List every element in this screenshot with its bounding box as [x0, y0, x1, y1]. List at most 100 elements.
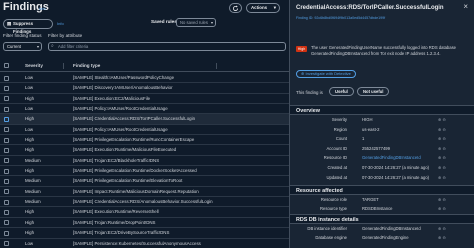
column-finding-type[interactable]: Finding type [73, 63, 100, 68]
finding-type-cell[interactable]: [SAMPLE] Discovery:IAMUser/AnomalousBeha… [73, 85, 173, 90]
column-severity[interactable]: Severity [25, 63, 43, 68]
row-checkbox[interactable] [4, 137, 9, 143]
table-row[interactable]: High [SAMPLE] Execution:Runtime/Malicious… [0, 145, 289, 156]
table-row[interactable]: High [SAMPLE] PrivilegeEscalation:Runtime… [0, 135, 289, 146]
finding-type-cell[interactable]: [SAMPLE] CredentialAccess:RDS/AnomalousB… [73, 199, 213, 204]
filter-actions-icon[interactable]: ⊕⊖ [438, 155, 447, 160]
info-link[interactable]: Info [39, 6, 46, 11]
finding-type-cell[interactable]: [SAMPLE] Policy:IAMUser/RootCredentialUs… [73, 106, 168, 111]
detail-value: 07-30-2024 14:26:27 (a minute ago) [362, 174, 430, 180]
finding-type-cell[interactable]: [SAMPLE] Impact:Runtime/MaliciousDomainR… [73, 189, 199, 194]
refresh-button[interactable] [229, 3, 242, 13]
finding-type-cell[interactable]: [SAMPLE] Execution:Runtime/MaliciousFile… [73, 147, 176, 152]
investigate-detective-link[interactable]: ⊕ Investigate with Detective [296, 70, 356, 78]
detail-row: Database engine GeneratedFindingEngine ⊕⊖ [290, 234, 474, 242]
detail-value: 1 [362, 136, 365, 142]
table-row[interactable]: High [SAMPLE] CredentialAccess:RDS/TorIPC… [0, 114, 289, 125]
table-row[interactable]: High [SAMPLE] Execution:Runtime/ReverseSh… [0, 207, 289, 218]
row-checkbox[interactable] [4, 147, 9, 153]
row-checkbox[interactable] [4, 189, 9, 195]
detail-value[interactable]: GeneratedFindingDBInstanceId [362, 155, 421, 160]
table-row[interactable]: Low [SAMPLE] Persistence:Kubernetes/Succe… [0, 239, 289, 248]
finding-type-cell[interactable]: [SAMPLE] Trojan:EC2/DriveBySourceTraffic… [73, 230, 169, 235]
suppress-findings-button[interactable]: ▤ Suppress Findings [3, 19, 53, 34]
close-icon[interactable]: × [463, 2, 468, 11]
table-row[interactable]: Low [SAMPLE] Policy:IAMUser/RootCredentia… [0, 125, 289, 136]
finding-type-cell[interactable]: [SAMPLE] PrivilegeEscalation:Runtime/Ele… [73, 178, 182, 183]
not-useful-button[interactable]: Not useful [357, 87, 390, 96]
row-checkbox[interactable] [4, 96, 9, 102]
severity-cell: Low [25, 75, 34, 80]
detail-row: DB instance identifier GeneratedFindingDB… [290, 225, 474, 233]
row-checkbox[interactable] [4, 209, 9, 215]
row-checkbox[interactable] [4, 178, 9, 184]
chevron-down-icon: ▾ [36, 44, 39, 49]
table-row[interactable]: Low [SAMPLE] Stealth:IAMUser/PasswordPoli… [0, 73, 289, 84]
filter-actions-icon[interactable]: ⊕⊖ [438, 146, 447, 151]
detail-row: Count 1 ⊕⊖ [290, 135, 474, 143]
filter-actions-icon[interactable]: ⊕⊖ [438, 197, 447, 202]
row-checkbox[interactable] [4, 106, 9, 112]
detail-row: Resource role TARGET ⊕⊖ [290, 196, 474, 204]
row-checkbox[interactable] [4, 116, 9, 122]
row-checkbox[interactable] [4, 168, 9, 174]
useful-button[interactable]: Useful [329, 87, 354, 96]
severity-cell: High [25, 116, 35, 122]
row-checkbox[interactable] [4, 220, 9, 226]
saved-rules-select[interactable]: No saved rules ▾ [176, 18, 216, 27]
table-row[interactable]: Medium [SAMPLE] CredentialAccess:RDS/Anom… [0, 197, 289, 208]
table-row[interactable]: High [SAMPLE] Execution:EC2/MaliciousFile [0, 94, 289, 105]
filter-actions-icon[interactable]: ⊕⊖ [438, 206, 447, 211]
filter-actions-icon[interactable]: ⊕⊖ [438, 117, 447, 122]
row-checkbox[interactable] [4, 241, 9, 246]
finding-type-cell[interactable]: [SAMPLE] Stealth:IAMUser/PasswordPolicyC… [73, 75, 174, 80]
table-row[interactable]: Medium [SAMPLE] PrivilegeEscalation:Runti… [0, 176, 289, 187]
finding-type-cell[interactable]: [SAMPLE] CredentialAccess:RDS/TorIPCalle… [73, 116, 195, 121]
row-checkbox[interactable] [4, 127, 9, 133]
finding-type-cell[interactable]: [SAMPLE] Trojan:EC2/BlackholeTraffic!DNS [73, 158, 159, 163]
finding-type-cell[interactable]: [SAMPLE] Execution:Runtime/ReverseShell [73, 209, 159, 214]
table-row[interactable]: High [SAMPLE] Trojan:EC2/DriveBySourceTra… [0, 228, 289, 239]
resource-section-header: Resource affected [290, 185, 474, 195]
finding-type-cell[interactable]: [SAMPLE] Policy:IAMUser/RootCredentialUs… [73, 127, 168, 132]
detail-key: DB instance identifier [307, 226, 347, 231]
filter-actions-icon[interactable]: ⊕⊖ [438, 175, 447, 180]
filter-actions-icon[interactable]: ⊕⊖ [438, 165, 447, 170]
finding-type-cell[interactable]: [SAMPLE] Persistence:Kubernetes/Successf… [73, 241, 201, 246]
row-checkbox[interactable] [4, 158, 9, 164]
detail-value: RDSDBInstance [362, 205, 393, 211]
table-row[interactable]: Low [SAMPLE] Discovery:IAMUser/AnomalousB… [0, 83, 289, 94]
detail-value: GeneratedFindingDBInstanceId [362, 226, 421, 231]
finding-type-cell[interactable]: [SAMPLE] Execution:EC2/MaliciousFile [73, 96, 150, 101]
suppress-info-link[interactable]: Info [57, 21, 64, 26]
severity-cell: Low [25, 106, 34, 112]
table-row[interactable]: Medium [SAMPLE] Impact:Runtime/MaliciousD… [0, 187, 289, 198]
actions-button[interactable]: Actions ▾ [246, 3, 280, 13]
filter-input[interactable]: ⌕ Add filter criteria [48, 42, 286, 51]
filter-actions-icon[interactable]: ⊕⊖ [438, 226, 447, 231]
severity-cell: Low [25, 240, 34, 246]
finding-type-cell[interactable]: [SAMPLE] PrivilegeEscalation:Runtime/Run… [73, 137, 194, 142]
finding-type-cell[interactable]: [SAMPLE] Trojan:Runtime/DropPoint!DNS [73, 220, 155, 225]
row-checkbox[interactable] [4, 85, 9, 91]
filter-actions-icon[interactable]: ⊕⊖ [438, 235, 447, 240]
row-checkbox[interactable] [4, 75, 9, 81]
column-divider [216, 63, 217, 69]
table-row[interactable]: Medium [SAMPLE] Trojan:EC2/BlackholeTraff… [0, 156, 289, 167]
finding-type-cell[interactable]: [SAMPLE] PrivilegeEscalation:Runtime/Doc… [73, 168, 197, 173]
filter-actions-icon[interactable]: ⊕⊖ [438, 127, 447, 132]
row-checkbox[interactable] [4, 230, 9, 236]
filter-actions-icon[interactable]: ⊕⊖ [438, 136, 447, 141]
detail-key: Created at [327, 165, 347, 170]
status-select[interactable]: Current ▾ [3, 42, 42, 51]
filter-row: Current ▾ ⌕ Add filter criteria [0, 41, 289, 52]
finding-id[interactable]: Finding ID: 92c6b8bd0f694f9b013a0ed5d445… [296, 16, 385, 20]
table-row[interactable]: High [SAMPLE] PrivilegeEscalation:Runtime… [0, 166, 289, 177]
table-row[interactable]: High [SAMPLE] Trojan:Runtime/DropPoint!DN… [0, 218, 289, 229]
detail-value: GeneratedFindingEngine [362, 234, 409, 240]
chevron-down-icon: ▾ [273, 5, 276, 10]
select-all-checkbox[interactable] [4, 63, 9, 68]
row-checkbox[interactable] [4, 199, 9, 205]
table-row[interactable]: Low [SAMPLE] Policy:IAMUser/RootCredentia… [0, 104, 289, 115]
detail-title: CredentialAccess:RDS/TorIPCaller.Success… [296, 5, 444, 11]
